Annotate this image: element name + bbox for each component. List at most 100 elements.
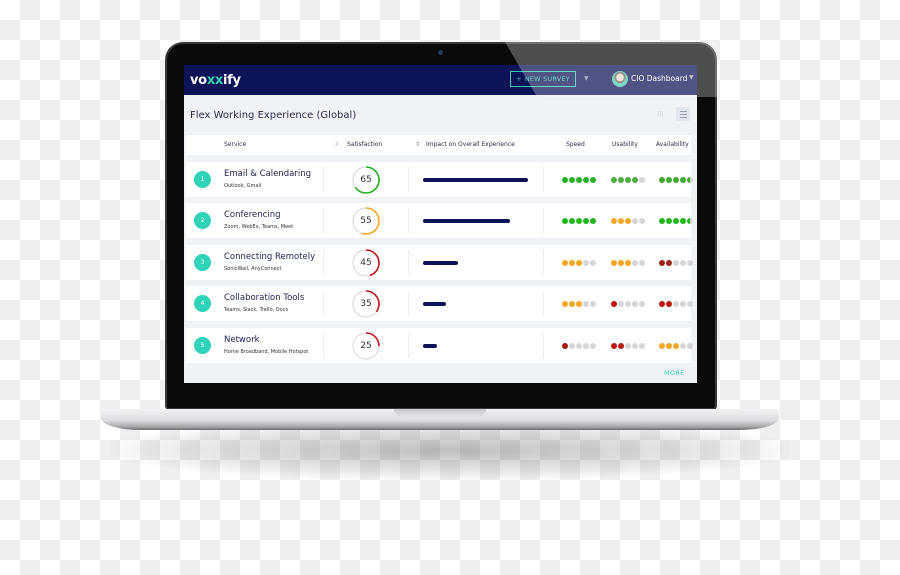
header-usability[interactable]: Usability [612,141,638,148]
rank-badge: 4 [194,295,211,312]
impact-bar [423,260,458,265]
speed-rating [562,301,596,307]
services-table: Service ⇕ Satisfaction ⇕ Impact on Overa… [186,135,693,363]
page-title: Flex Working Experience (Global) [190,109,357,121]
logo-accent: xx [206,72,223,88]
speed-rating [562,176,596,183]
satisfaction-score: 65 [360,174,372,185]
rating-dot [659,218,665,224]
availability-rating [659,218,693,224]
rating-dot [673,176,679,183]
rating-dot [687,259,693,266]
camera-icon [438,50,443,55]
rating-dot [680,342,686,349]
voxxify-logo[interactable]: voxxify [190,73,241,88]
rating-dot [618,301,624,307]
rating-dot [632,259,638,266]
table-header: Service ⇕ Satisfaction ⇕ Impact on Overa… [186,135,691,155]
service-subtitle: Teams, Slack, Trello, Docs [224,307,289,313]
sort-icon[interactable]: ⇕ [334,141,339,148]
list-icon-line [679,110,687,112]
rating-dot [666,342,672,349]
rating-dot [687,342,693,349]
speed-rating [562,342,596,349]
service-name[interactable]: Collaboration Tools [224,293,304,303]
rating-dot [659,176,665,183]
header-service[interactable]: Service [224,141,246,148]
sort-icon[interactable]: ⇕ [415,141,420,148]
top-nav-bar: voxxify + NEW SURVEY ▼ CIO Dashboard ▼ [184,65,697,95]
header-impact[interactable]: Impact on Overall Experience [426,141,515,148]
usability-rating [611,176,645,183]
rating-dot [673,218,679,224]
rating-dot [673,301,679,307]
column-divider [543,291,544,316]
rating-dot [618,218,624,224]
header-availability[interactable]: Availability [656,141,689,148]
new-survey-button[interactable]: + NEW SURVEY [510,71,576,87]
table-row[interactable]: 3 Connecting Remotely SonicWall, AnyConn… [186,244,693,280]
satisfaction-score: 25 [360,340,372,351]
usability-rating [611,301,645,307]
rating-dot [569,301,575,307]
impact-bar [423,343,437,348]
header-speed[interactable]: Speed [566,141,585,148]
satisfaction-score: 35 [360,299,372,309]
table-row[interactable]: 5 Network Home Broadband, Mobile Hotspot… [186,327,693,363]
availability-rating [659,176,693,183]
table-row[interactable]: 1 Email & Calendaring Outlook, Gmail 65 [186,161,693,197]
column-divider [408,166,409,192]
column-divider [323,208,324,233]
rank-badge: 1 [194,170,211,188]
service-subtitle: Zoom, WebEx, Teams, Meet [224,224,294,230]
rating-dot [618,342,624,349]
chevron-down-icon[interactable]: ▼ [584,75,589,82]
dashboard-selector[interactable]: CIO Dashboard [631,74,687,83]
rating-dot [618,259,624,266]
rating-dot [590,176,596,183]
panel-header: Flex Working Experience (Global) ⁞⁞⁞ [184,95,697,135]
rating-dot [687,301,693,307]
rating-dot [583,342,589,349]
column-divider [408,332,409,358]
service-name[interactable]: Conferencing [224,210,281,220]
rating-dot [611,218,617,224]
impact-bar [423,177,528,182]
rating-dot [625,301,631,307]
rank-badge: 3 [194,253,211,271]
table-row[interactable]: 4 Collaboration Tools Teams, Slack, Trel… [186,286,693,321]
service-name[interactable]: Connecting Remotely [224,252,315,262]
rating-dot [569,176,575,183]
user-avatar[interactable] [612,71,628,87]
rating-dot [583,176,589,183]
app-screen: voxxify + NEW SURVEY ▼ CIO Dashboard ▼ F… [184,65,697,383]
header-satisfaction[interactable]: Satisfaction [347,141,382,148]
rating-dot [687,218,693,224]
list-icon-line [679,113,687,115]
rating-dot [639,218,645,224]
grid-view-icon[interactable]: ⁞⁞⁞ [657,110,667,120]
satisfaction-score: 55 [360,216,372,226]
table-row[interactable]: 2 Conferencing Zoom, WebEx, Teams, Meet … [186,203,693,238]
rating-dot [611,259,617,266]
service-name[interactable]: Network [224,335,260,345]
rating-dot [666,259,672,266]
list-view-button[interactable] [676,107,690,121]
rating-dot [569,342,575,349]
rating-dot [611,176,617,183]
rating-dot [632,301,638,307]
column-divider [408,291,409,316]
rating-dot [611,301,617,307]
service-name[interactable]: Email & Calendaring [224,169,311,179]
rating-dot [590,259,596,266]
column-divider [408,249,409,275]
laptop-notch [394,409,486,417]
list-icon-line [679,116,687,118]
rating-dot [583,259,589,266]
impact-bar [423,219,511,223]
rating-dot [569,259,575,266]
dashboard-chevron-down-icon[interactable]: ▼ [689,74,694,81]
more-link[interactable]: MORE [664,369,685,377]
availability-rating [659,301,693,307]
column-divider [543,166,544,192]
